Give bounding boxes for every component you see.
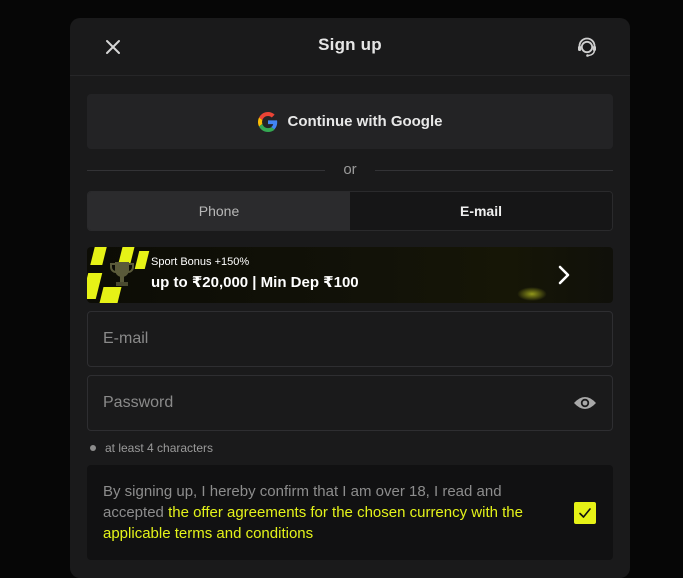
- signup-method-tabs: Phone E-mail: [87, 191, 613, 231]
- tab-email[interactable]: E-mail: [350, 192, 612, 230]
- continue-with-google-button[interactable]: Continue with Google: [87, 94, 613, 149]
- banner-glow-decoration: [517, 287, 547, 301]
- bonus-arrow-button[interactable]: [553, 263, 575, 287]
- agreement-box: By signing up, I hereby confirm that I a…: [87, 465, 613, 560]
- google-button-label: Continue with Google: [287, 113, 443, 130]
- tab-phone[interactable]: Phone: [88, 192, 350, 230]
- google-logo-icon: [257, 111, 277, 132]
- trophy-icon: [110, 262, 134, 286]
- modal-header: Sign up: [70, 18, 630, 76]
- password-input[interactable]: [103, 376, 553, 430]
- sport-bonus-banner[interactable]: Sport Bonus +150% up to ₹20,000 | Min De…: [87, 247, 613, 303]
- page-title: Sign up: [318, 35, 382, 54]
- password-hint-text: at least 4 characters: [105, 441, 214, 455]
- divider-line-right: [375, 170, 613, 171]
- banner-stripe-decoration: [90, 247, 108, 265]
- hint-bullet: [90, 445, 96, 451]
- banner-stripe-decoration: [87, 273, 103, 299]
- signup-modal: Sign up Continue with Google or Phone E-…: [70, 18, 630, 578]
- email-field-container: [87, 311, 613, 367]
- eye-icon: [574, 397, 596, 409]
- bonus-amount-text: up to ₹20,000 | Min Dep ₹100: [151, 274, 359, 291]
- agreement-checkbox[interactable]: [574, 502, 596, 524]
- email-input[interactable]: [103, 312, 553, 366]
- banner-stripe-decoration: [134, 251, 150, 269]
- banner-stripe-decoration: [98, 287, 122, 303]
- or-divider: or: [87, 160, 613, 180]
- password-field-container: [87, 375, 613, 431]
- checkmark-icon: [579, 508, 591, 518]
- terms-link[interactable]: the offer agreements for the chosen curr…: [103, 504, 523, 542]
- password-hint: at least 4 characters: [90, 441, 213, 455]
- bonus-title: Sport Bonus +150%: [151, 256, 250, 268]
- support-button[interactable]: [575, 35, 599, 59]
- chevron-right-icon: [558, 265, 570, 285]
- agreement-text: By signing up, I hereby confirm that I a…: [103, 481, 563, 544]
- toggle-password-visibility-button[interactable]: [572, 391, 598, 415]
- headset-support-icon: [578, 37, 596, 57]
